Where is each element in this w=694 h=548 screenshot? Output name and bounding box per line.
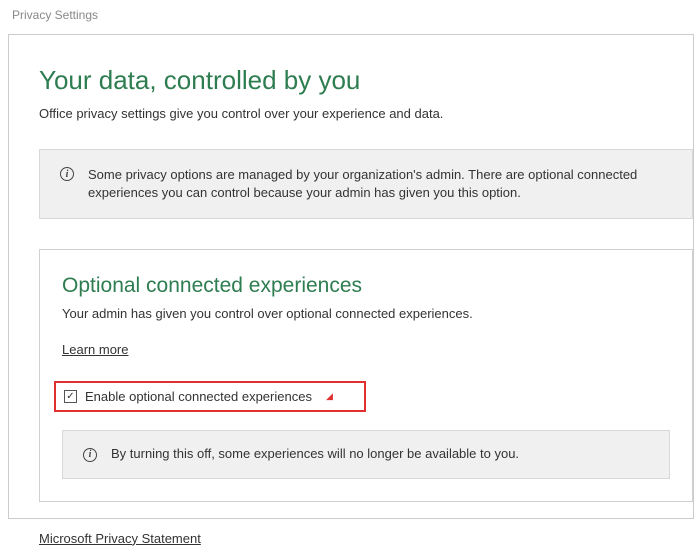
checkbox-label: Enable optional connected experiences	[85, 389, 312, 404]
checkbox-highlight-box: ✓ Enable optional connected experiences …	[54, 381, 366, 412]
admin-info-banner: i Some privacy options are managed by yo…	[39, 149, 693, 219]
optional-experiences-section: Optional connected experiences Your admi…	[39, 249, 693, 501]
section-description: Your admin has given you control over op…	[62, 306, 670, 321]
privacy-statement-link[interactable]: Microsoft Privacy Statement	[39, 531, 201, 546]
inner-info-text: By turning this off, some experiences wi…	[111, 445, 519, 463]
inner-info-banner: i By turning this off, some experiences …	[62, 430, 670, 478]
page-heading: Your data, controlled by you	[39, 65, 693, 96]
window-title: Privacy Settings	[0, 0, 694, 30]
content-panel: Your data, controlled by you Office priv…	[8, 34, 694, 519]
admin-info-text: Some privacy options are managed by your…	[88, 166, 672, 202]
section-heading: Optional connected experiences	[62, 274, 670, 298]
annotation-mark: ◢	[326, 391, 333, 402]
learn-more-link[interactable]: Learn more	[62, 342, 128, 357]
enable-optional-checkbox[interactable]: ✓	[64, 390, 77, 403]
info-icon: i	[60, 167, 74, 181]
page-subtitle: Office privacy settings give you control…	[39, 106, 693, 121]
info-icon: i	[83, 448, 97, 462]
